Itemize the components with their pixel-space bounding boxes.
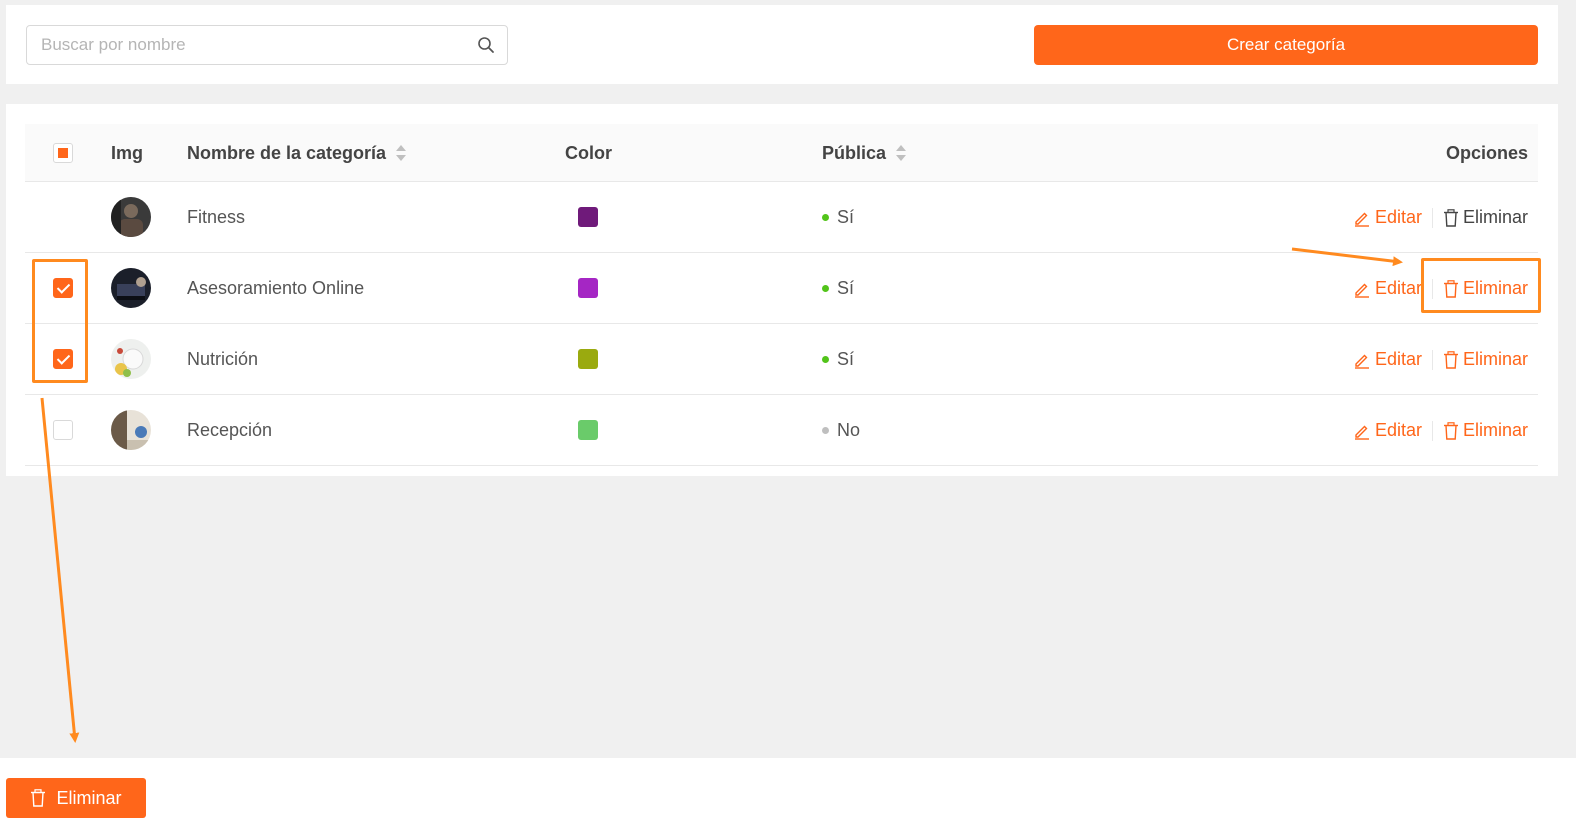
- table-row: Recepción No Editar Eliminar: [25, 395, 1538, 466]
- header-name[interactable]: Nombre de la categoría: [187, 124, 407, 182]
- header-color: Color: [565, 142, 612, 163]
- public-status: Sí: [822, 324, 854, 395]
- row-options: Editar Eliminar: [1353, 395, 1528, 466]
- category-name: Asesoramiento Online: [187, 278, 365, 298]
- table-header: Img Nombre de la categoría Color Pública…: [25, 124, 1538, 182]
- status-dot: [822, 285, 829, 292]
- delete-button[interactable]: Eliminar: [1443, 349, 1528, 370]
- avatar: [111, 339, 151, 379]
- edit-button[interactable]: Editar: [1353, 349, 1422, 370]
- trash-icon: [1443, 421, 1458, 440]
- edit-icon: [1354, 354, 1369, 369]
- edit-button[interactable]: Editar: [1353, 207, 1422, 228]
- color-swatch: [578, 278, 598, 298]
- edit-button[interactable]: Editar: [1353, 420, 1422, 441]
- row-checkbox[interactable]: [53, 420, 73, 440]
- edit-icon: [1354, 425, 1369, 440]
- edit-button[interactable]: Editar: [1353, 278, 1422, 299]
- color-swatch: [578, 207, 598, 227]
- category-name: Fitness: [187, 207, 246, 227]
- divider: [1431, 349, 1433, 370]
- color-swatch: [578, 420, 598, 440]
- status-dot: [822, 427, 829, 434]
- color-swatch: [578, 349, 598, 369]
- toolbar: Crear categoría: [6, 5, 1558, 84]
- avatar: [111, 268, 151, 308]
- search-box: [26, 25, 508, 65]
- delete-button[interactable]: Eliminar: [1443, 420, 1528, 441]
- header-options: Opciones: [1445, 142, 1528, 163]
- annotation-highlight-delete: [1421, 258, 1541, 313]
- category-name: Nutrición: [187, 349, 259, 369]
- delete-button[interactable]: Eliminar: [1443, 207, 1528, 228]
- public-status: Sí: [822, 253, 854, 324]
- header-img: Img: [111, 142, 144, 163]
- divider: [1431, 420, 1433, 441]
- trash-icon: [1443, 208, 1458, 227]
- avatar: [111, 197, 151, 237]
- edit-icon: [1354, 212, 1369, 227]
- divider: [1431, 207, 1433, 228]
- status-dot: [822, 356, 829, 363]
- status-dot: [822, 214, 829, 221]
- edit-icon: [1354, 283, 1369, 298]
- table-row: Nutrición Sí Editar Eliminar: [25, 324, 1538, 395]
- avatar: [111, 410, 151, 450]
- table-row: Fitness Sí Editar Eliminar: [25, 182, 1538, 253]
- search-input[interactable]: [27, 26, 467, 64]
- public-status: Sí: [822, 182, 854, 253]
- trash-icon: [1443, 350, 1458, 369]
- trash-icon: [31, 789, 46, 807]
- bulk-delete-button[interactable]: Eliminar: [6, 778, 146, 818]
- header-public[interactable]: Pública: [822, 124, 907, 182]
- row-options: Editar Eliminar: [1353, 324, 1528, 395]
- row-options: Editar Eliminar: [1353, 182, 1528, 253]
- annotation-highlight-checkboxes: [32, 259, 88, 383]
- create-category-button[interactable]: Crear categoría: [1034, 25, 1538, 65]
- bulk-actions-bar: [0, 758, 1576, 827]
- sort-icon[interactable]: [896, 145, 907, 161]
- categories-table: Img Nombre de la categoría Color Pública…: [6, 104, 1558, 476]
- sort-icon[interactable]: [396, 145, 407, 161]
- search-icon[interactable]: [477, 36, 495, 54]
- public-status: No: [822, 395, 860, 466]
- select-all-checkbox[interactable]: [53, 143, 73, 163]
- category-name: Recepción: [187, 420, 273, 440]
- table-row: Asesoramiento Online Sí Editar Eliminar: [25, 253, 1538, 324]
